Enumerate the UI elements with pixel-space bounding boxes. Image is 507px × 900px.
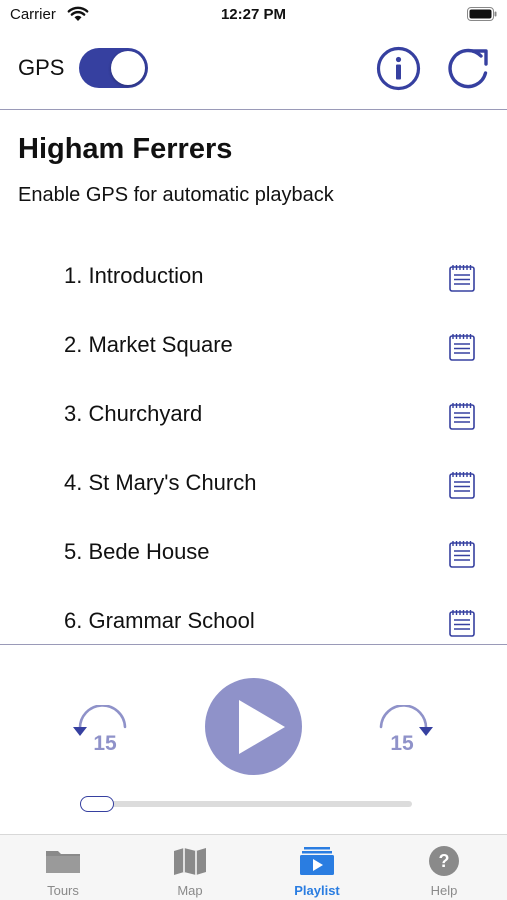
notes-icon[interactable] [448,263,476,293]
tab-map[interactable]: Map [127,835,253,900]
status-time: 12:27 PM [220,6,287,23]
audio-player: 15 15 [0,644,507,834]
tab-label: Tours [47,883,79,898]
track-label: 1. Introduction [64,263,204,288]
toggle-knob [111,51,145,85]
progress-track[interactable] [80,801,412,807]
tab-label: Playlist [294,883,340,898]
track-row[interactable]: 1. Introduction [0,243,507,312]
skip-back-label: 15 [93,732,117,755]
folder-icon [46,851,80,873]
track-row[interactable]: 6. Grammar School [0,588,507,643]
status-bar: Carrier 12:27 PM [0,0,507,30]
play-button[interactable] [205,678,302,775]
svg-text:?: ? [439,851,450,871]
track-label: 2. Market Square [64,332,233,357]
play-icon [239,700,285,754]
gps-toggle[interactable] [79,48,148,88]
battery-icon [467,7,497,21]
notes-icon[interactable] [448,539,476,569]
tab-tours[interactable]: Tours [0,835,126,900]
playlist[interactable]: 1. Introduction 2. Market Square 3. Chur… [0,243,507,643]
skip-forward-label: 15 [390,732,414,755]
track-label: 5. Bede House [64,539,210,564]
skip-back-15-button[interactable]: 15 [68,705,134,757]
notes-icon[interactable] [448,608,476,638]
tab-bar: Tours Map Playlist ? Help [0,834,507,900]
skip-forward-15-button[interactable]: 15 [372,705,438,757]
tab-help[interactable]: ? Help [381,835,507,900]
tab-playlist[interactable]: Playlist [254,835,380,900]
tab-label: Map [177,883,203,898]
top-bar: GPS [0,30,507,110]
notes-icon[interactable] [448,332,476,362]
map-icon [174,848,206,875]
help-icon: ? [429,846,459,876]
progress-thumb[interactable] [80,796,114,812]
notes-icon[interactable] [448,470,476,500]
track-row[interactable]: 5. Bede House [0,519,507,588]
gps-label: GPS [18,55,65,80]
track-label: 6. Grammar School [64,608,255,633]
tab-label: Help [430,883,458,898]
notes-icon[interactable] [448,401,476,431]
tour-subtitle: Enable GPS for automatic playback [18,184,334,206]
tour-title: Higham Ferrers [18,133,233,165]
track-row[interactable]: 3. Churchyard [0,381,507,450]
track-label: 3. Churchyard [64,401,203,426]
info-icon[interactable] [376,46,421,91]
refresh-icon[interactable] [445,46,493,91]
playlist-icon [300,847,334,875]
track-row[interactable]: 2. Market Square [0,312,507,381]
track-label: 4. St Mary's Church [64,470,257,495]
track-row[interactable]: 4. St Mary's Church [0,450,507,519]
